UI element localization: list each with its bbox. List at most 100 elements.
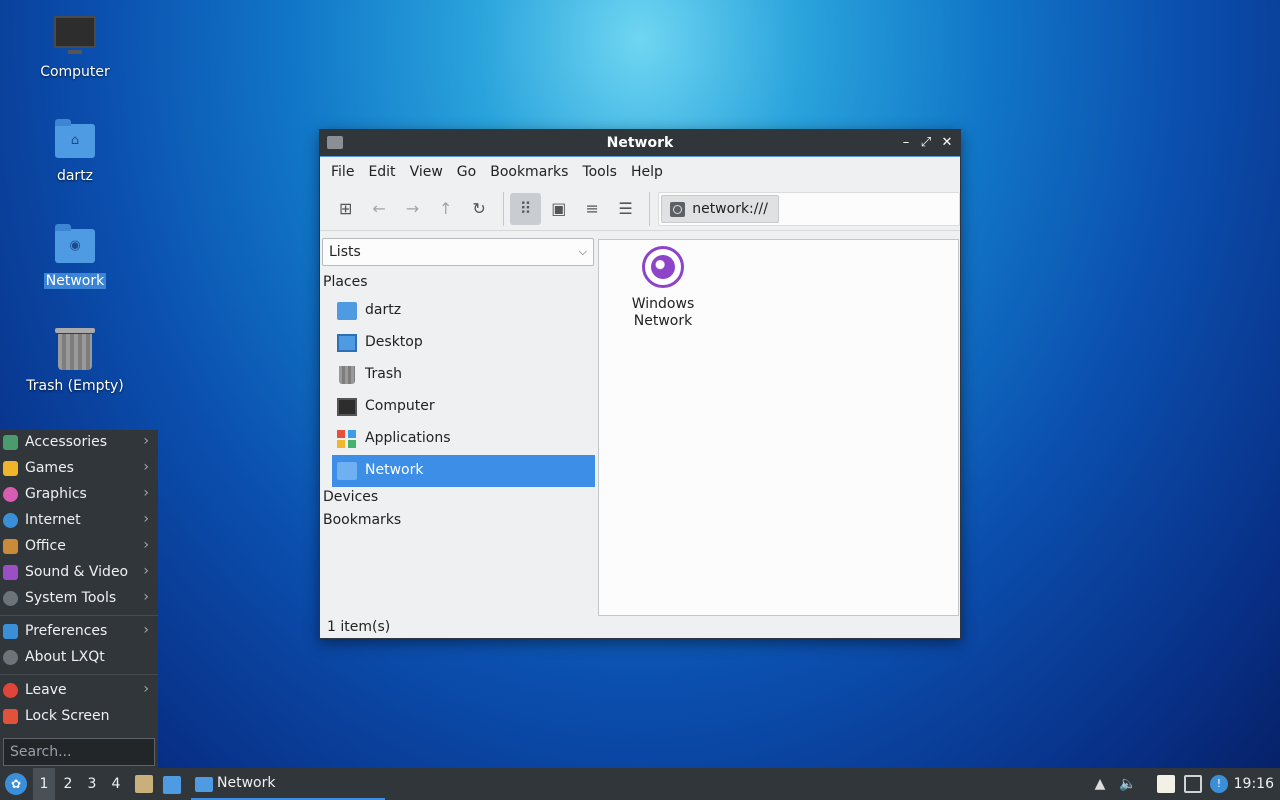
- volume-icon[interactable]: 🔈: [1119, 775, 1137, 793]
- menu-item-label: Office: [25, 538, 66, 554]
- network-status-icon[interactable]: [1184, 775, 1202, 793]
- menu-item-label: Graphics: [25, 486, 87, 502]
- chevron-right-icon: ›: [143, 537, 149, 553]
- menu-item-accessories[interactable]: Accessories ›: [0, 430, 158, 456]
- path-bar[interactable]: network:///: [658, 191, 961, 226]
- show-desktop-icon[interactable]: [163, 776, 181, 794]
- menu-item-lock-screen[interactable]: Lock Screen: [0, 704, 158, 730]
- chevron-right-icon: ›: [143, 681, 149, 697]
- place-item-trash[interactable]: Trash: [332, 359, 595, 391]
- menu-go[interactable]: Go: [450, 164, 483, 180]
- menu-file[interactable]: File: [324, 164, 361, 180]
- menu-bar: File Edit View Go Bookmarks Tools Help: [320, 157, 960, 187]
- desktop-icon-label: dartz: [56, 168, 94, 184]
- network-icon: [337, 462, 357, 480]
- menu-item-system-tools[interactable]: System Tools ›: [0, 586, 158, 612]
- menu-separator: [0, 615, 158, 616]
- globe-icon: [642, 246, 684, 288]
- file-item[interactable]: Windows Network: [619, 246, 707, 330]
- chevron-right-icon: ›: [143, 622, 149, 638]
- reload-icon[interactable]: ↻: [463, 193, 494, 225]
- path-text: network:///: [692, 200, 768, 217]
- menu-search-input[interactable]: Search...: [3, 738, 155, 766]
- taskbar: ✿ 1 2 3 4 Network ▲ 🔈 ! 19:16: [0, 768, 1280, 800]
- toolbar-separator: [649, 191, 651, 226]
- maximize-button[interactable]: ⤢: [917, 134, 935, 152]
- detailed-list-icon[interactable]: ☰: [610, 193, 641, 225]
- desktop-icon-network[interactable]: ◉ Network: [20, 223, 130, 289]
- task-button-network[interactable]: Network: [191, 768, 385, 800]
- tray-expand-icon[interactable]: ▲: [1091, 775, 1109, 793]
- menu-item-label: Internet: [25, 512, 81, 528]
- desktop-switch-3[interactable]: 3: [81, 768, 103, 800]
- place-item-applications[interactable]: Applications: [332, 423, 595, 455]
- devices-header[interactable]: Devices: [323, 489, 378, 505]
- home-folder-icon: [337, 302, 357, 320]
- clock[interactable]: 19:16: [1234, 768, 1274, 800]
- desktop-switch-4[interactable]: 4: [105, 768, 127, 800]
- menu-item-games[interactable]: Games ›: [0, 456, 158, 482]
- status-bar: 1 item(s): [327, 619, 391, 635]
- menu-item-office[interactable]: Office ›: [0, 534, 158, 560]
- menu-help[interactable]: Help: [624, 164, 670, 180]
- menu-bookmarks[interactable]: Bookmarks: [483, 164, 575, 180]
- window-titlebar[interactable]: Network – ⤢ ✕: [320, 130, 960, 157]
- side-pane: Lists ⌵ Places dartz Desktop Trash Compu…: [320, 234, 597, 616]
- chevron-right-icon: ›: [143, 433, 149, 449]
- desktop-icon-home[interactable]: ⌂ dartz: [20, 118, 130, 184]
- menu-item-about[interactable]: About LXQt: [0, 645, 158, 671]
- desktop-icon-label: Trash (Empty): [26, 378, 124, 394]
- menu-edit[interactable]: Edit: [361, 164, 402, 180]
- thumbnail-view-icon[interactable]: ▣: [543, 193, 574, 225]
- back-icon[interactable]: ←: [363, 193, 394, 225]
- menu-tools[interactable]: Tools: [575, 164, 624, 180]
- lock-icon: [3, 709, 18, 724]
- info-icon: [3, 650, 18, 665]
- desktop-icon-trash[interactable]: Trash (Empty): [20, 328, 130, 394]
- desktop-icon: [337, 334, 357, 352]
- new-tab-icon[interactable]: ⊞: [330, 193, 361, 225]
- file-manager-launcher-icon[interactable]: [135, 775, 153, 793]
- system-tools-icon: [3, 591, 18, 606]
- path-segment-button[interactable]: network:///: [661, 194, 779, 223]
- place-label: Desktop: [365, 334, 423, 350]
- desktop-icon-computer[interactable]: Computer: [20, 14, 130, 80]
- bookmarks-header[interactable]: Bookmarks: [323, 512, 401, 528]
- clipboard-icon[interactable]: [1157, 775, 1175, 793]
- folder-view[interactable]: Windows Network: [598, 239, 959, 616]
- network-icon: [670, 201, 686, 217]
- menu-item-internet[interactable]: Internet ›: [0, 508, 158, 534]
- power-icon: [3, 683, 18, 698]
- menu-item-leave[interactable]: Leave ›: [0, 678, 158, 704]
- menu-item-sound-video[interactable]: Sound & Video ›: [0, 560, 158, 586]
- up-icon[interactable]: ↑: [430, 193, 461, 225]
- menu-item-preferences[interactable]: Preferences ›: [0, 619, 158, 645]
- menu-item-label: System Tools: [25, 590, 117, 606]
- place-label: dartz: [365, 302, 402, 318]
- icon-view-icon[interactable]: ⠿: [509, 192, 542, 225]
- menu-item-graphics[interactable]: Graphics ›: [0, 482, 158, 508]
- menu-item-label: Leave: [25, 682, 67, 698]
- main-menu-icon[interactable]: ✿: [5, 773, 27, 795]
- chevron-right-icon: ›: [143, 485, 149, 501]
- desktop-switch-1[interactable]: 1: [33, 768, 55, 800]
- menu-view[interactable]: View: [403, 164, 450, 180]
- side-pane-mode-select[interactable]: Lists ⌵: [322, 238, 594, 266]
- place-item-computer[interactable]: Computer: [332, 391, 595, 423]
- place-item-home[interactable]: dartz: [332, 295, 595, 327]
- place-item-desktop[interactable]: Desktop: [332, 327, 595, 359]
- minimize-button[interactable]: –: [897, 134, 915, 152]
- briefcase-icon: [3, 539, 18, 554]
- compact-view-icon[interactable]: ≡: [577, 193, 608, 225]
- forward-icon[interactable]: →: [397, 193, 428, 225]
- desktop-switch-2[interactable]: 2: [57, 768, 79, 800]
- places-header[interactable]: Places: [323, 274, 368, 290]
- window-title: Network: [606, 135, 674, 151]
- place-item-network[interactable]: Network: [332, 455, 595, 487]
- close-button[interactable]: ✕: [938, 134, 956, 152]
- update-notifier-icon[interactable]: !: [1210, 775, 1228, 793]
- home-folder-icon: ⌂: [53, 118, 97, 162]
- file-manager-window: Network – ⤢ ✕ File Edit View Go Bookmark…: [319, 129, 961, 639]
- accessories-icon: [3, 435, 18, 450]
- menu-item-label: Lock Screen: [25, 708, 110, 724]
